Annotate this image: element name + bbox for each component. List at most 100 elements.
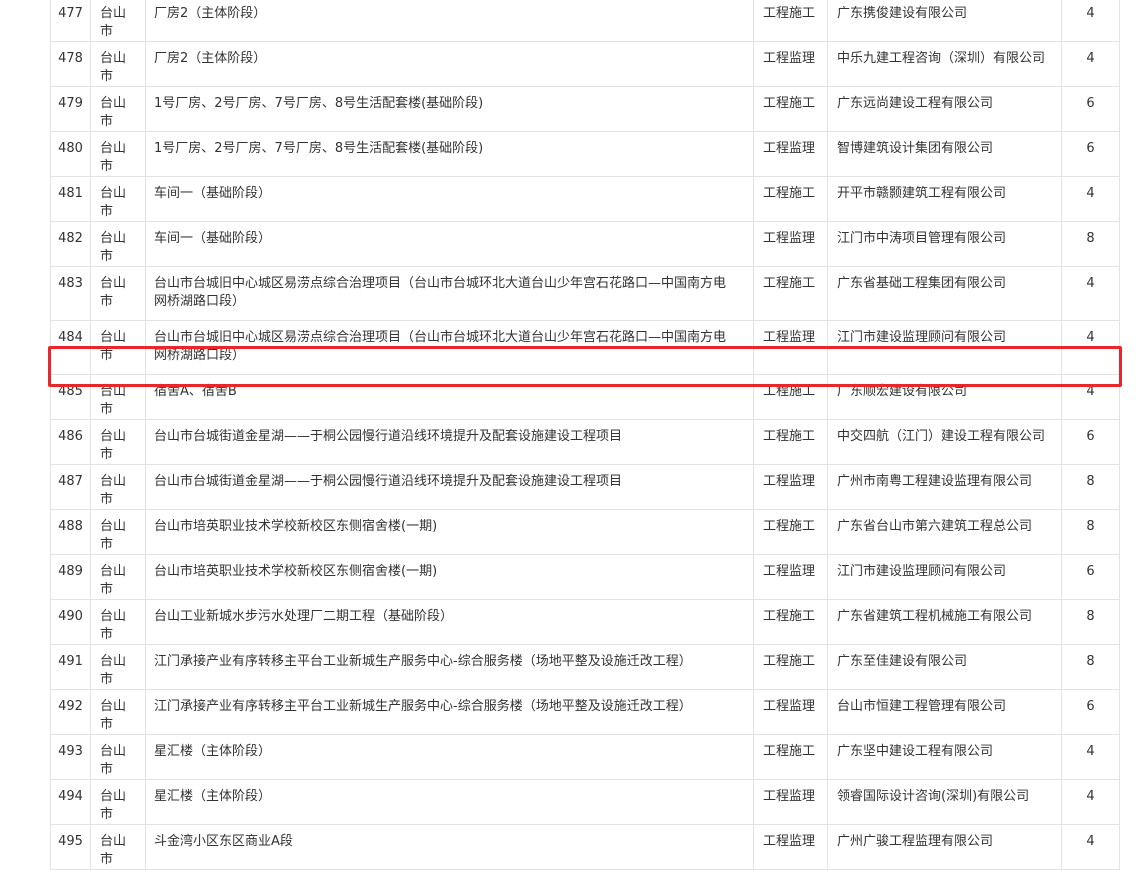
score-cell: 6 [1061, 86, 1120, 132]
work-type-cell: 工程监理 [753, 221, 828, 267]
row-number: 479 [50, 86, 91, 132]
city-cell: 台山市 [90, 464, 146, 510]
work-type-cell: 工程施工 [753, 419, 828, 465]
work-type-cell: 工程监理 [753, 554, 828, 600]
company-cell: 广东省基础工程集团有限公司 [827, 266, 1062, 321]
table-row: 490 台山市 台山工业新城水步污水处理厂二期工程（基础阶段） 工程施工 广东省建筑工程… [50, 599, 1120, 645]
work-type-cell: 工程施工 [753, 644, 828, 690]
city-cell: 台山市 [90, 86, 146, 132]
work-type-cell: 工程监理 [753, 824, 828, 870]
score-cell: 8 [1061, 464, 1120, 510]
project-name-cell: 台山市台城街道金星湖——于桐公园慢行道沿线环境提升及配套设施建设工程项目 [145, 419, 754, 465]
row-number: 486 [50, 419, 91, 465]
work-type-cell: 工程施工 [753, 374, 828, 420]
work-type-cell: 工程监理 [753, 320, 828, 375]
city-cell: 台山市 [90, 824, 146, 870]
work-type-cell: 工程监理 [753, 464, 828, 510]
row-number: 492 [50, 689, 91, 735]
row-number: 478 [50, 41, 91, 87]
project-name-cell: 江门承接产业有序转移主平台工业新城生产服务中心-综合服务楼（场地平整及设施迁改工… [145, 689, 754, 735]
table-row: 488 台山市 台山市培英职业技术学校新校区东侧宿舍楼(一期) 工程施工 广东省台山市第… [50, 509, 1120, 555]
project-name-cell: 斗金湾小区东区商业A段 [145, 824, 754, 870]
work-type-cell: 工程施工 [753, 86, 828, 132]
row-number: 495 [50, 824, 91, 870]
project-name-cell: 1号厂房、2号厂房、7号厂房、8号生活配套楼(基础阶段) [145, 131, 754, 177]
score-cell: 8 [1061, 599, 1120, 645]
score-cell: 4 [1061, 176, 1120, 222]
score-cell: 4 [1061, 374, 1120, 420]
table-row: 482 台山市 车间一（基础阶段） 工程监理 江门市中涛项目管理有限公司 8 [50, 221, 1120, 267]
project-name-cell: 台山市培英职业技术学校新校区东侧宿舍楼(一期) [145, 554, 754, 600]
company-cell: 智博建筑设计集团有限公司 [827, 131, 1062, 177]
company-cell: 广东省台山市第六建筑工程总公司 [827, 509, 1062, 555]
row-number: 494 [50, 779, 91, 825]
city-cell: 台山市 [90, 689, 146, 735]
table-row: 485 台山市 宿舍A、宿舍B 工程施工 广东顺宏建设有限公司 4 [50, 374, 1120, 420]
table-row: 477 台山市 厂房2（主体阶段） 工程施工 广东携俊建设有限公司 4 [50, 0, 1120, 42]
table-row: 480 台山市 1号厂房、2号厂房、7号厂房、8号生活配套楼(基础阶段) 工程监理 智博… [50, 131, 1120, 177]
company-cell: 广东顺宏建设有限公司 [827, 374, 1062, 420]
work-type-cell: 工程施工 [753, 176, 828, 222]
score-cell: 4 [1061, 734, 1120, 780]
city-cell: 台山市 [90, 221, 146, 267]
project-name-cell: 江门承接产业有序转移主平台工业新城生产服务中心-综合服务楼（场地平整及设施迁改工… [145, 644, 754, 690]
company-cell: 广州市南粤工程建设监理有限公司 [827, 464, 1062, 510]
table-row: 493 台山市 星汇楼（主体阶段） 工程施工 广东坚中建设工程有限公司 4 [50, 734, 1120, 780]
table-row: 479 台山市 1号厂房、2号厂房、7号厂房、8号生活配套楼(基础阶段) 工程施工 广东… [50, 86, 1120, 132]
score-cell: 4 [1061, 824, 1120, 870]
project-name-cell: 车间一（基础阶段） [145, 221, 754, 267]
score-cell: 6 [1061, 419, 1120, 465]
row-number: 487 [50, 464, 91, 510]
project-name-cell: 台山市台城旧中心城区易涝点综合治理项目（台山市台城环北大道台山少年宫石花路口—中… [145, 320, 754, 375]
city-cell: 台山市 [90, 41, 146, 87]
score-cell: 6 [1061, 554, 1120, 600]
row-number: 482 [50, 221, 91, 267]
city-cell: 台山市 [90, 509, 146, 555]
table-row: 494 台山市 星汇楼（主体阶段） 工程监理 领睿国际设计咨询(深圳)有限公司 4 [50, 779, 1120, 825]
project-name-cell: 车间一（基础阶段） [145, 176, 754, 222]
project-name-cell: 台山工业新城水步污水处理厂二期工程（基础阶段） [145, 599, 754, 645]
company-cell: 江门市中涛项目管理有限公司 [827, 221, 1062, 267]
company-cell: 江门市建设监理顾问有限公司 [827, 554, 1062, 600]
work-type-cell: 工程施工 [753, 266, 828, 321]
records-table: 477 台山市 厂房2（主体阶段） 工程施工 广东携俊建设有限公司 4 478 台山市 厂房2（… [50, 0, 1120, 870]
score-cell: 8 [1061, 221, 1120, 267]
company-cell: 领睿国际设计咨询(深圳)有限公司 [827, 779, 1062, 825]
records-table-container: 477 台山市 厂房2（主体阶段） 工程施工 广东携俊建设有限公司 4 478 台山市 厂房2（… [50, 0, 1120, 870]
project-name-cell: 星汇楼（主体阶段） [145, 734, 754, 780]
work-type-cell: 工程监理 [753, 131, 828, 177]
project-name-cell: 台山市台城旧中心城区易涝点综合治理项目（台山市台城环北大道台山少年宫石花路口—中… [145, 266, 754, 321]
score-cell: 8 [1061, 509, 1120, 555]
city-cell: 台山市 [90, 554, 146, 600]
company-cell: 台山市恒建工程管理有限公司 [827, 689, 1062, 735]
row-number: 477 [50, 0, 91, 42]
project-name-cell: 厂房2（主体阶段） [145, 0, 754, 42]
project-name-cell: 1号厂房、2号厂房、7号厂房、8号生活配套楼(基础阶段) [145, 86, 754, 132]
project-name-cell: 星汇楼（主体阶段） [145, 779, 754, 825]
row-number: 485 [50, 374, 91, 420]
company-cell: 广东携俊建设有限公司 [827, 0, 1062, 42]
city-cell: 台山市 [90, 374, 146, 420]
city-cell: 台山市 [90, 734, 146, 780]
project-name-cell: 厂房2（主体阶段） [145, 41, 754, 87]
score-cell: 6 [1061, 131, 1120, 177]
row-number: 483 [50, 266, 91, 321]
score-cell: 6 [1061, 689, 1120, 735]
row-number: 493 [50, 734, 91, 780]
city-cell: 台山市 [90, 644, 146, 690]
city-cell: 台山市 [90, 779, 146, 825]
city-cell: 台山市 [90, 176, 146, 222]
work-type-cell: 工程施工 [753, 734, 828, 780]
city-cell: 台山市 [90, 599, 146, 645]
score-cell: 4 [1061, 266, 1120, 321]
company-cell: 开平市赣颢建筑工程有限公司 [827, 176, 1062, 222]
row-number: 480 [50, 131, 91, 177]
company-cell: 广东省建筑工程机械施工有限公司 [827, 599, 1062, 645]
project-name-cell: 台山市台城街道金星湖——于桐公园慢行道沿线环境提升及配套设施建设工程项目 [145, 464, 754, 510]
row-number: 489 [50, 554, 91, 600]
city-cell: 台山市 [90, 0, 146, 42]
records-table-body: 477 台山市 厂房2（主体阶段） 工程施工 广东携俊建设有限公司 4 478 台山市 厂房2（… [50, 0, 1120, 870]
table-row: 481 台山市 车间一（基础阶段） 工程施工 开平市赣颢建筑工程有限公司 4 [50, 176, 1120, 222]
work-type-cell: 工程施工 [753, 599, 828, 645]
table-row: 489 台山市 台山市培英职业技术学校新校区东侧宿舍楼(一期) 工程监理 江门市建设监理… [50, 554, 1120, 600]
